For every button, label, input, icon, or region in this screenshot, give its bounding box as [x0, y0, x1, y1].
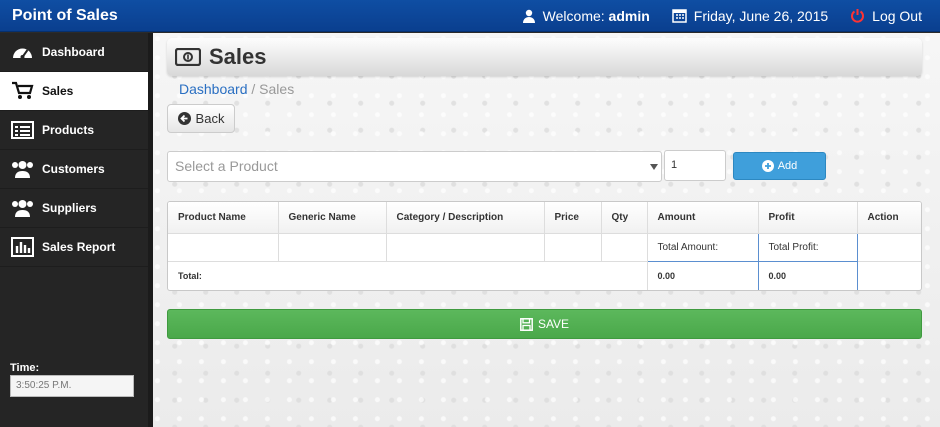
table-header-row: Product Name Generic Name Category / Des… [168, 202, 921, 234]
main-content: Sales Dashboard / Sales Back Select a Pr… [153, 33, 940, 427]
sidebar-item-label: Customers [42, 162, 105, 176]
page-title: Sales [209, 44, 267, 69]
save-button[interactable]: SAVE [167, 309, 922, 339]
column-header: Amount [647, 202, 759, 234]
power-icon [851, 9, 865, 23]
breadcrumb: Dashboard / Sales [179, 81, 294, 97]
breadcrumb-home-link[interactable]: Dashboard [179, 81, 248, 97]
column-header: Qty [601, 202, 648, 234]
calendar-icon [672, 9, 687, 23]
table-cell [278, 233, 387, 262]
total-amount-label: Total Amount: [646, 232, 759, 262]
money-icon [175, 48, 201, 66]
sidebar-item-products[interactable]: Products [0, 111, 150, 150]
product-select[interactable]: Select a Product [167, 151, 662, 182]
column-header: Profit [758, 202, 858, 234]
amount-total-value: 0.00 [646, 260, 759, 290]
sidebar-item-sales-report[interactable]: Sales Report [0, 228, 150, 267]
time-label: Time: [10, 362, 40, 374]
circle-arrow-left-icon [177, 112, 191, 125]
column-header: Category / Description [386, 202, 545, 234]
page-header: Sales [167, 38, 922, 76]
username: admin [608, 7, 650, 24]
total-profit-label: Total Profit: [757, 232, 858, 262]
logout-link[interactable]: Log Out [850, 8, 922, 24]
add-button[interactable]: Add [733, 152, 826, 180]
users-icon [12, 161, 33, 178]
add-label: Add [777, 160, 798, 172]
sidebar: Dashboard Sales Products Customers Suppl… [0, 33, 150, 427]
column-header: Action [857, 202, 921, 234]
back-button[interactable]: Back [167, 104, 235, 133]
table-cell [386, 233, 545, 262]
chevron-down-icon [650, 164, 658, 170]
app-title[interactable]: Point of Sales [12, 7, 492, 25]
sidebar-item-customers[interactable]: Customers [0, 150, 150, 189]
table-row: Total Amount: Total Profit: [168, 232, 921, 262]
product-select-placeholder: Select a Product [175, 158, 278, 174]
current-date: Friday, June 26, 2015 [672, 8, 828, 24]
sidebar-item-label: Sales [42, 84, 74, 98]
dashboard-icon [13, 48, 32, 59]
table-cell [857, 261, 921, 290]
breadcrumb-current: Sales [259, 81, 295, 97]
top-navbar: Point of Sales Welcome: admin Friday, Ju… [0, 0, 940, 32]
column-header: Price [544, 202, 602, 234]
table-cell [601, 233, 648, 262]
sidebar-item-label: Products [42, 123, 95, 137]
breadcrumb-separator: / [247, 81, 260, 97]
users-icon [12, 200, 33, 217]
quantity-input[interactable]: 1 [664, 150, 726, 181]
column-header: Product Name [168, 202, 279, 234]
clock-field: 3:50:25 P.M. [10, 375, 134, 397]
plus-circle-icon [761, 160, 774, 172]
sales-table: Product Name Generic Name Category / Des… [167, 201, 922, 291]
welcome-user: Welcome: admin [522, 8, 650, 24]
profit-total-value: 0.00 [757, 260, 858, 290]
date-text: Friday, June 26, 2015 [693, 7, 829, 24]
sidebar-item-suppliers[interactable]: Suppliers [0, 189, 150, 228]
bar-chart-icon [11, 237, 34, 257]
table-cell [857, 233, 921, 262]
logout-label: Log Out [872, 7, 922, 24]
cart-icon [12, 81, 34, 99]
table-cell [168, 233, 279, 262]
list-icon [11, 121, 34, 139]
total-label: Total: [168, 261, 648, 290]
back-label: Back [195, 111, 225, 126]
column-header: Generic Name [278, 202, 387, 234]
welcome-label: Welcome: [542, 7, 605, 24]
table-cell [544, 233, 602, 262]
floppy-disk-icon [519, 317, 533, 331]
sidebar-item-label: Suppliers [42, 201, 97, 215]
totals-row: Total: 0.00 0.00 [168, 260, 921, 290]
save-label: SAVE [537, 317, 570, 331]
sidebar-item-sales[interactable]: Sales [0, 72, 150, 111]
user-icon [522, 9, 535, 23]
sidebar-item-label: Sales Report [42, 240, 116, 254]
sidebar-item-dashboard[interactable]: Dashboard [0, 33, 150, 72]
sidebar-item-label: Dashboard [42, 45, 105, 59]
